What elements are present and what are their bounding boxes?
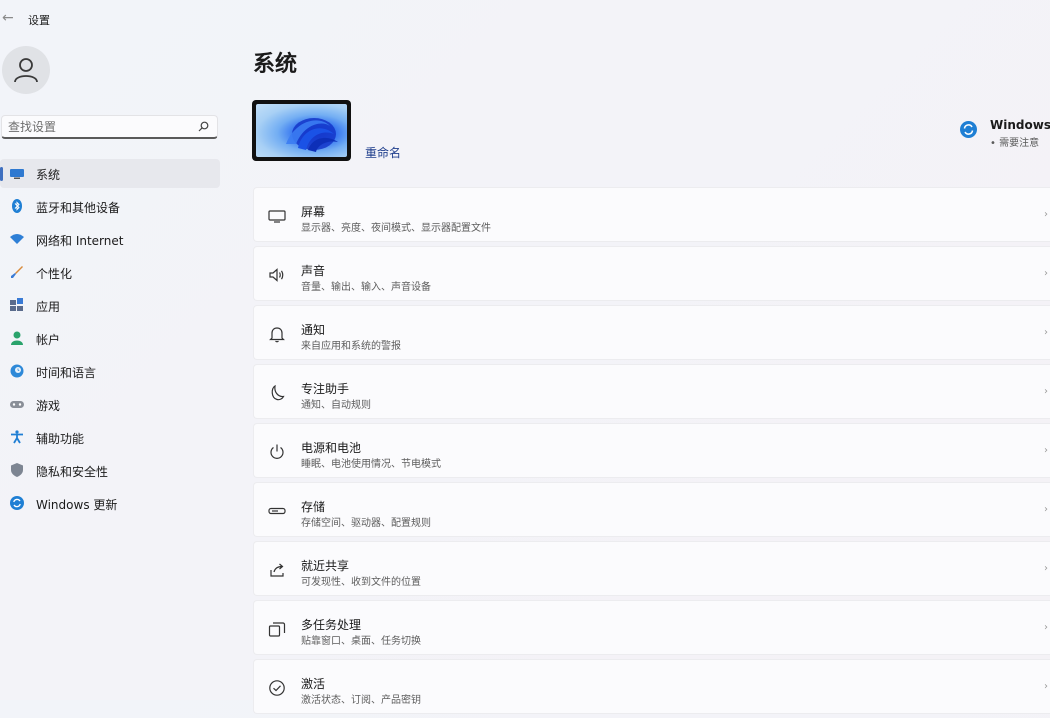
card-nearby-sharing[interactable]: 就近共享 可发现性、收到文件的位置 › xyxy=(253,541,1050,596)
settings-list: 屏幕 显示器、亮度、夜间模式、显示器配置文件 › 声音 音量、输出、输入、声音设… xyxy=(253,187,1050,718)
card-multitasking[interactable]: 多任务处理 贴靠窗口、桌面、任务切换 › xyxy=(253,600,1050,655)
display-icon xyxy=(268,210,286,223)
sidebar-item-label: 时间和语言 xyxy=(36,366,97,380)
sidebar-item-label: 应用 xyxy=(36,300,61,314)
person-icon xyxy=(14,58,38,83)
share-icon xyxy=(270,563,284,577)
monitor-icon xyxy=(10,169,24,179)
sidebar-item-label: 个性化 xyxy=(36,267,73,281)
bluetooth-icon xyxy=(12,199,22,213)
brush-icon xyxy=(11,266,23,278)
card-storage[interactable]: 存储 存储空间、驱动器、配置规则 › xyxy=(253,482,1050,537)
card-title: 通知 xyxy=(301,323,326,337)
card-title: 屏幕 xyxy=(301,205,326,219)
person-icon xyxy=(11,331,23,345)
sidebar-item-gaming[interactable]: 游戏 xyxy=(0,390,220,419)
shield-icon xyxy=(11,463,23,477)
update-icon xyxy=(10,496,24,510)
sidebar-item-system[interactable]: 系统 xyxy=(0,159,220,188)
update-title[interactable]: Windows 更 xyxy=(990,116,1050,133)
sidebar-item-personalization[interactable]: 个性化 xyxy=(0,258,220,287)
speaker-icon xyxy=(269,268,284,282)
windows-update-status-icon[interactable] xyxy=(960,121,977,138)
bell-icon xyxy=(269,327,285,343)
sidebar-item-label: 蓝牙和其他设备 xyxy=(36,201,121,215)
sidebar-item-label: 辅助功能 xyxy=(36,432,85,446)
accessibility-icon xyxy=(11,430,23,444)
card-description: 激活状态、订阅、产品密钥 xyxy=(301,695,421,706)
check-circle-icon xyxy=(269,680,285,696)
sidebar-item-apps[interactable]: 应用 xyxy=(0,291,220,320)
chevron-right-icon: › xyxy=(1044,209,1048,220)
card-notifications[interactable]: 通知 来自应用和系统的警报 › xyxy=(253,305,1050,360)
chevron-right-icon: › xyxy=(1044,622,1048,633)
sidebar-nav: 系统 蓝牙和其他设备 网络和 Internet 个性化 应用 帐户 时间和语言 … xyxy=(0,159,220,522)
card-title: 多任务处理 xyxy=(301,618,362,632)
card-description: 音量、输出、输入、声音设备 xyxy=(301,282,431,293)
rename-link[interactable]: 重命名 xyxy=(365,144,401,161)
sidebar-item-label: 系统 xyxy=(36,168,61,182)
storage-icon xyxy=(268,507,286,515)
globe-clock-icon xyxy=(10,364,24,378)
search-icon[interactable] xyxy=(198,121,209,132)
power-icon xyxy=(270,444,284,459)
sidebar-item-label: 网络和 Internet xyxy=(36,234,124,248)
chevron-right-icon: › xyxy=(1044,445,1048,456)
sidebar-item-label: 隐私和安全性 xyxy=(36,465,109,479)
sidebar-item-privacy[interactable]: 隐私和安全性 xyxy=(0,456,220,485)
chevron-right-icon: › xyxy=(1044,327,1048,338)
search-box[interactable] xyxy=(1,115,218,139)
card-display[interactable]: 屏幕 显示器、亮度、夜间模式、显示器配置文件 › xyxy=(253,187,1050,242)
multitask-icon xyxy=(268,622,286,637)
card-description: 通知、自动规则 xyxy=(301,400,371,411)
search-input[interactable] xyxy=(8,119,188,135)
card-description: 来自应用和系统的警报 xyxy=(301,341,401,352)
card-description: 贴靠窗口、桌面、任务切换 xyxy=(301,636,421,647)
bloom-wallpaper-icon xyxy=(286,118,338,152)
card-power-battery[interactable]: 电源和电池 睡眠、电池使用情况、节电模式 › xyxy=(253,423,1050,478)
sidebar-item-label: Windows 更新 xyxy=(36,498,118,512)
card-title: 声音 xyxy=(301,264,326,278)
wifi-icon xyxy=(10,234,24,244)
chevron-right-icon: › xyxy=(1044,681,1048,692)
sidebar-item-time-language[interactable]: 时间和语言 xyxy=(0,357,220,386)
card-title: 就近共享 xyxy=(301,559,350,573)
wallpaper-image xyxy=(256,104,347,157)
update-status: • 需要注意 xyxy=(990,138,1040,149)
card-title: 电源和电池 xyxy=(301,441,362,455)
gamepad-icon xyxy=(10,401,24,408)
apps-icon xyxy=(10,298,23,311)
sidebar-item-bluetooth[interactable]: 蓝牙和其他设备 xyxy=(0,192,220,221)
app-title: 设置 xyxy=(28,14,50,27)
card-description: 可发现性、收到文件的位置 xyxy=(301,577,421,588)
sidebar-item-accessibility[interactable]: 辅助功能 xyxy=(0,423,220,452)
card-focus-assist[interactable]: 专注助手 通知、自动规则 › xyxy=(253,364,1050,419)
card-title: 存储 xyxy=(301,500,326,514)
sidebar-item-label: 游戏 xyxy=(36,399,61,413)
sidebar-item-accounts[interactable]: 帐户 xyxy=(0,324,220,353)
chevron-right-icon: › xyxy=(1044,268,1048,279)
card-description: 显示器、亮度、夜间模式、显示器配置文件 xyxy=(301,223,491,234)
sidebar-item-network[interactable]: 网络和 Internet xyxy=(0,225,220,254)
sidebar-item-label: 帐户 xyxy=(36,333,61,347)
update-icon xyxy=(963,124,974,135)
user-avatar[interactable] xyxy=(2,46,50,94)
card-description: 存储空间、驱动器、配置规则 xyxy=(301,518,431,529)
card-activation[interactable]: 激活 激活状态、订阅、产品密钥 › xyxy=(253,659,1050,714)
chevron-right-icon: › xyxy=(1044,386,1048,397)
card-sound[interactable]: 声音 音量、输出、输入、声音设备 › xyxy=(253,246,1050,301)
sidebar-item-windows-update[interactable]: Windows 更新 xyxy=(0,489,220,518)
chevron-right-icon: › xyxy=(1044,504,1048,515)
card-description: 睡眠、电池使用情况、节电模式 xyxy=(301,459,441,470)
card-title: 激活 xyxy=(301,677,326,691)
chevron-right-icon: › xyxy=(1044,563,1048,574)
back-arrow-icon[interactable]: ← xyxy=(2,10,16,26)
moon-icon xyxy=(271,384,285,401)
page-title: 系统 xyxy=(253,52,298,77)
title-bar: ← 设置 xyxy=(0,0,1050,38)
card-title: 专注助手 xyxy=(301,382,350,396)
device-thumbnail xyxy=(252,100,351,161)
